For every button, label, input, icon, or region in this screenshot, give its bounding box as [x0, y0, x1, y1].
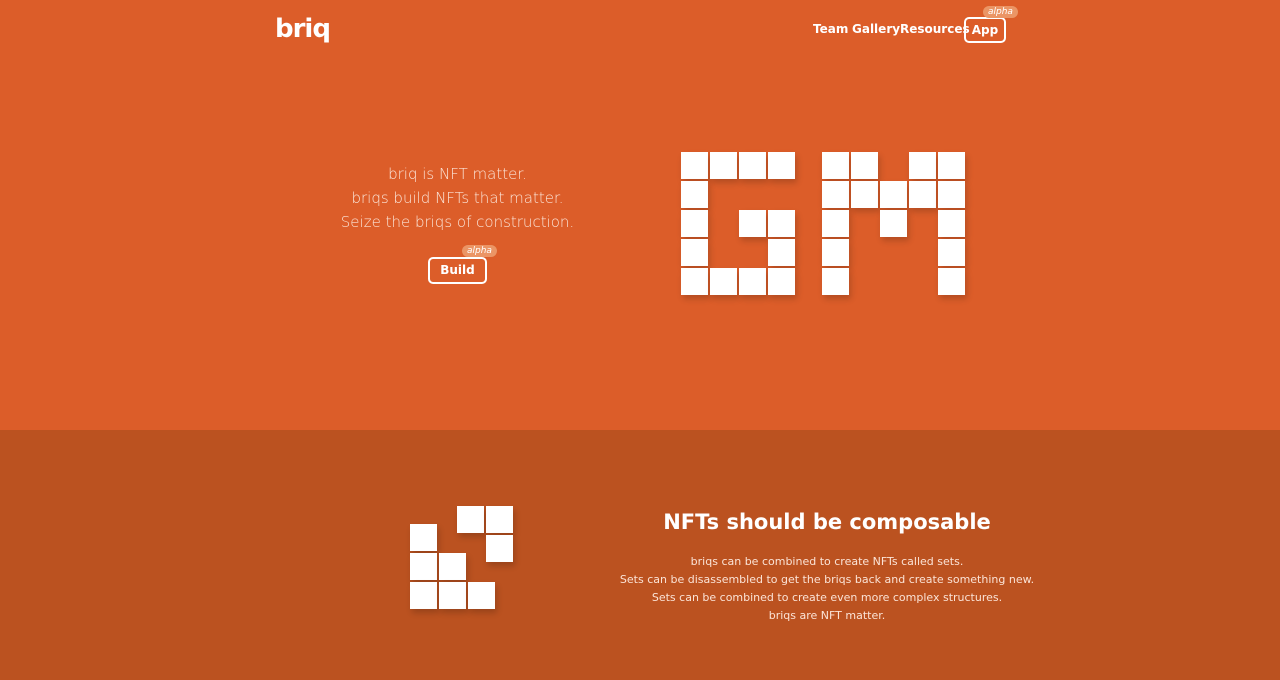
brick	[468, 582, 495, 609]
logo[interactable]: briq	[275, 14, 331, 44]
brick	[681, 268, 708, 295]
brick	[822, 181, 849, 208]
nav-team[interactable]: Team	[813, 22, 848, 36]
section-text-2: Sets can be disassembled to get the briq…	[619, 573, 1035, 586]
brick	[710, 268, 737, 295]
brick	[410, 553, 437, 580]
brick	[768, 152, 795, 179]
brick	[768, 268, 795, 295]
section-text-1: briqs can be combined to create NFTs cal…	[690, 555, 964, 568]
brick	[851, 152, 878, 179]
brick	[410, 582, 437, 609]
brick	[938, 268, 965, 295]
build-button[interactable]: Build	[428, 257, 487, 284]
brick	[938, 181, 965, 208]
brick	[938, 152, 965, 179]
tagline-1: briq is NFT matter.	[388, 165, 527, 183]
brick	[739, 268, 766, 295]
brick	[439, 553, 466, 580]
section-text-3: Sets can be combined to create even more…	[651, 591, 1003, 604]
brick	[710, 152, 737, 179]
brick	[739, 210, 766, 237]
nav-resources[interactable]: Resources	[900, 22, 970, 36]
brick	[880, 210, 907, 237]
brick	[851, 181, 878, 208]
brick	[681, 210, 708, 237]
brick	[739, 152, 766, 179]
section-title: NFTs should be composable	[663, 510, 991, 534]
brick	[909, 152, 936, 179]
brick	[768, 239, 795, 266]
tagline-3: Seize the briqs of construction.	[340, 213, 575, 231]
brick	[486, 535, 513, 562]
build-alpha-badge: alpha	[462, 245, 497, 257]
brick	[938, 239, 965, 266]
tagline-2: briqs build NFTs that matter.	[351, 189, 564, 207]
app-alpha-badge: alpha	[983, 6, 1018, 18]
brick	[822, 239, 849, 266]
brick	[938, 210, 965, 237]
app-button[interactable]: App	[964, 17, 1006, 43]
brick	[486, 506, 513, 533]
brick	[681, 239, 708, 266]
brick	[457, 506, 484, 533]
brick	[439, 582, 466, 609]
brick	[880, 181, 907, 208]
hero-section: briq Team Gallery Resources App alpha br…	[0, 0, 1280, 430]
brick	[681, 152, 708, 179]
brick	[822, 268, 849, 295]
brick	[768, 210, 795, 237]
brick	[909, 181, 936, 208]
nav-gallery[interactable]: Gallery	[852, 22, 900, 36]
brick	[822, 210, 849, 237]
brick	[822, 152, 849, 179]
section-text-4: briqs are NFT matter.	[768, 609, 886, 622]
brick	[410, 524, 437, 551]
brick	[681, 181, 708, 208]
